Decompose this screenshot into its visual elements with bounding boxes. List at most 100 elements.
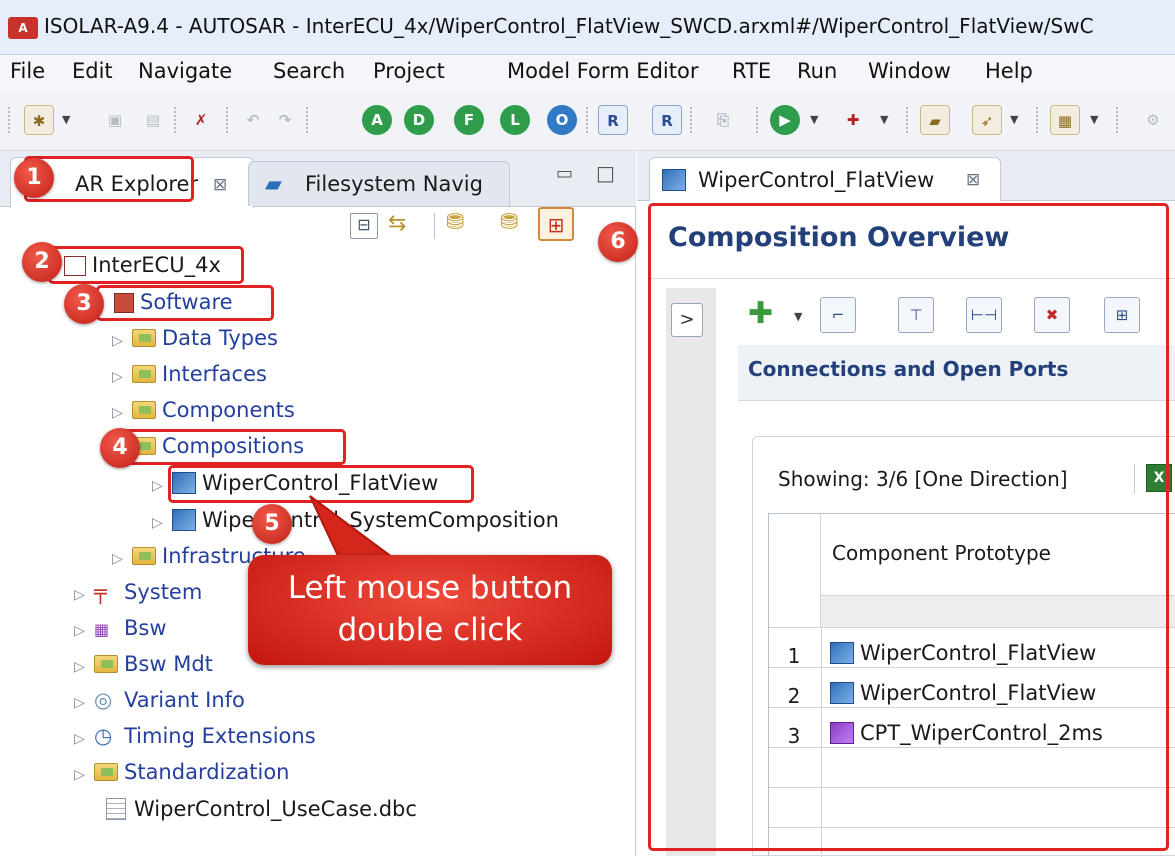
open-folder-icon[interactable]: ▰ [920,105,950,135]
expand-arrow-icon[interactable]: ▷ [152,506,168,540]
folder-icon [132,365,156,383]
callout-text: Left mouse button double click [287,570,573,648]
expand-arrow-icon[interactable]: ▷ [112,360,128,394]
filter-settings-icon[interactable]: ⛃ [500,210,518,235]
clipboard-icon[interactable]: ⎘ [708,105,738,135]
grid-icon[interactable]: ▦ [1050,105,1080,135]
show-connections-icon[interactable]: ⊞ [538,207,574,241]
menu-model-form-editor[interactable]: Model Form Editor [507,59,698,83]
validate-icon[interactable]: ✗ [186,105,216,135]
tree-item-label: Data Types [162,326,278,350]
title-bar: A ISOLAR-A9.4 - AUTOSAR - InterECU_4x/Wi… [0,0,1175,55]
close-icon[interactable]: ⊠ [213,175,227,195]
app-d-button[interactable]: D [404,105,434,135]
tree-item-components[interactable]: ▷ Components [112,393,295,427]
rte-generator-icon[interactable]: R [598,105,628,135]
instruction-callout: Left mouse button double click [248,555,612,665]
new-file-icon[interactable]: ✱ [24,105,54,135]
tool-icon[interactable]: ⚙ [1138,105,1168,135]
expand-arrow-icon[interactable]: ▷ [74,686,90,720]
expand-arrow-icon[interactable]: ▷ [74,722,90,756]
menu-file[interactable]: File [10,59,45,83]
dropdown-arrow-icon[interactable]: ▼ [810,113,818,126]
close-icon[interactable]: ⊠ [966,170,980,190]
app-f-button[interactable]: F [454,105,484,135]
tree-item-label: Bsw Mdt [124,652,213,676]
tree-item-timing-extensions[interactable]: ▷ ◷ Timing Extensions [74,719,316,753]
toolbar-separator [690,107,693,133]
main-toolbar: ✱ ▼ ▣ ▤ ✗ ↶ ↷ A D F L O R R ⎘ ▶ ▼ ✚ ▼ ▰ … [0,91,1175,151]
composition-icon [662,169,686,191]
app-l-button[interactable]: L [500,105,530,135]
toolbar-separator [8,107,11,133]
menu-edit[interactable]: Edit [72,59,113,83]
dropdown-arrow-icon[interactable]: ▼ [880,113,888,126]
menu-run[interactable]: Run [797,59,837,83]
filter-icon[interactable]: ⛃ [446,210,464,235]
tree-item-data-types[interactable]: ▷ Data Types [112,321,278,355]
tab-wipercontrol-flatview[interactable]: WiperControl_FlatView ⊠ [649,157,1001,202]
menu-navigate[interactable]: Navigate [138,59,232,83]
tree-item-bsw[interactable]: ▷ ▦ Bsw [74,611,167,645]
folder-icon [132,329,156,347]
menu-help[interactable]: Help [985,59,1033,83]
folder-icon [132,547,156,565]
system-icon: ╤ [94,580,107,604]
toolbar-separator [756,107,759,133]
app-a-button[interactable]: A [362,105,392,135]
menu-project[interactable]: Project [373,59,445,83]
tree-item-label: Variant Info [124,688,245,712]
tree-item-interfaces[interactable]: ▷ Interfaces [112,357,267,391]
undo-icon[interactable]: ↶ [238,105,268,135]
menu-window[interactable]: Window [868,59,951,83]
tree-item-bsw-mdt[interactable]: ▷ Bsw Mdt [74,647,213,681]
redo-icon[interactable]: ↷ [270,105,300,135]
toolbar-separator [226,107,229,133]
toolbar-separator [174,107,177,133]
report-icon[interactable]: R [652,105,682,135]
step-badge-2: 2 [22,242,62,282]
debug-icon[interactable]: ✚ [838,105,868,135]
expand-arrow-icon[interactable]: ▷ [74,758,90,792]
dropdown-arrow-icon[interactable]: ▼ [1010,113,1018,126]
toolbar-separator [434,213,435,239]
expand-arrow-icon[interactable]: ▷ [74,650,90,684]
tree-item-label: Bsw [124,616,167,640]
tree-item-label: Interfaces [162,362,267,386]
run-icon[interactable]: ▶ [770,105,800,135]
folder-icon [94,763,118,781]
tree-item-label: Timing Extensions [124,724,316,748]
folder-icon: ▰ [265,172,282,197]
collapse-all-icon[interactable]: ⊟ [350,213,378,239]
save-icon[interactable]: ▣ [100,105,130,135]
tree-item-dbc-file[interactable]: WiperControl_UseCase.dbc [104,792,417,826]
dropdown-arrow-icon[interactable]: ▼ [62,113,70,126]
maximize-icon[interactable]: □ [596,161,615,185]
save-all-icon[interactable]: ▤ [138,105,168,135]
expand-arrow-icon[interactable]: ▷ [112,324,128,358]
minimize-icon[interactable]: ▭ [556,163,573,184]
editor-tabs: WiperControl_FlatView ⊠ [637,151,1175,202]
tab-label: Filesystem Navig [305,172,483,196]
expand-arrow-icon[interactable]: ▷ [74,578,90,612]
expand-arrow-icon[interactable]: ▷ [74,614,90,648]
dropdown-arrow-icon[interactable]: ▼ [1090,113,1098,126]
rocket-icon[interactable]: ➶ [972,105,1002,135]
toolbar-separator [906,107,909,133]
tree-item-standardization[interactable]: ▷ Standardization [74,755,290,789]
folder-icon [132,401,156,419]
tree-item-variant-info[interactable]: ▷ ◎ Variant Info [74,683,245,717]
tree-item-label: System [124,580,203,604]
expand-arrow-icon[interactable]: ▷ [112,542,128,576]
step-badge-1: 1 [14,158,54,198]
highlight-software [96,285,274,321]
menu-rte[interactable]: RTE [732,59,771,83]
folder-icon [94,655,118,673]
expand-arrow-icon[interactable]: ▷ [112,396,128,430]
menu-search[interactable]: Search [273,59,345,83]
tab-filesystem-navigator[interactable]: ▰ Filesystem Navig [248,161,510,206]
tree-item-system[interactable]: ▷ ╤ System [74,575,202,609]
app-o-button[interactable]: O [547,105,577,135]
link-with-editor-icon[interactable]: ⇆ [388,211,406,236]
expand-arrow-icon[interactable]: ▷ [152,469,168,503]
